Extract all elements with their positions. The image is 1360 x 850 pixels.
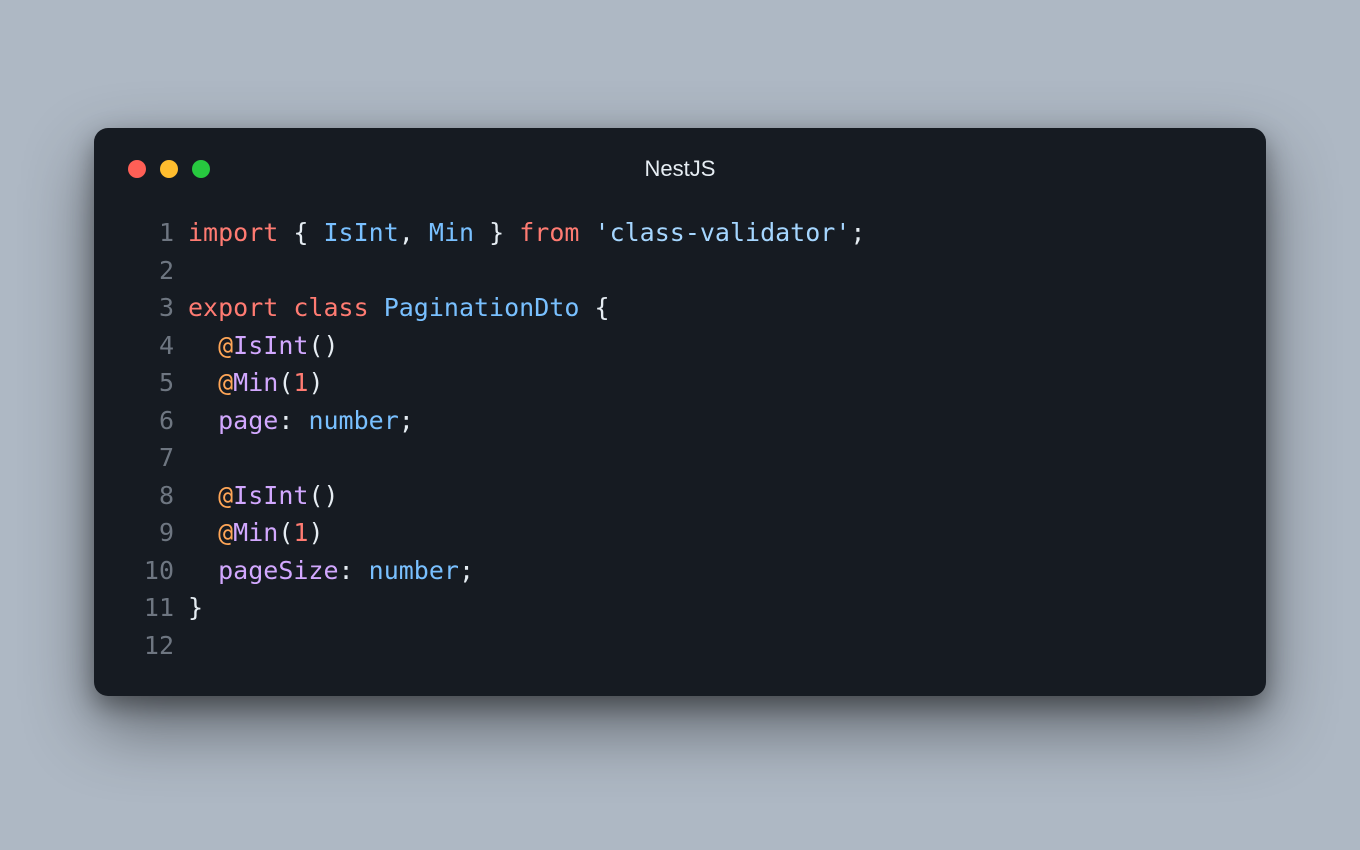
line-number: 4 [128, 327, 174, 365]
window-title: NestJS [128, 156, 1232, 182]
code-text: pageSize: number; [188, 552, 474, 590]
code-line: 6 page: number; [128, 402, 1232, 440]
code-text: export class PaginationDto { [188, 289, 610, 327]
line-number: 1 [128, 214, 174, 252]
code-block: 1 import { IsInt, Min } from 'class-vali… [128, 214, 1232, 664]
line-number: 12 [128, 627, 174, 665]
code-window: NestJS 1 import { IsInt, Min } from 'cla… [94, 128, 1266, 696]
code-line: 3 export class PaginationDto { [128, 289, 1232, 327]
code-text: import { IsInt, Min } from 'class-valida… [188, 214, 865, 252]
code-line: 8 @IsInt() [128, 477, 1232, 515]
code-text: @IsInt() [188, 327, 339, 365]
line-number: 5 [128, 364, 174, 402]
line-number: 9 [128, 514, 174, 552]
stage: NestJS 1 import { IsInt, Min } from 'cla… [0, 0, 1360, 850]
line-number: 2 [128, 252, 174, 290]
line-number: 7 [128, 439, 174, 477]
code-line: 1 import { IsInt, Min } from 'class-vali… [128, 214, 1232, 252]
line-number: 10 [128, 552, 174, 590]
line-number: 8 [128, 477, 174, 515]
code-text: @IsInt() [188, 477, 339, 515]
code-line: 5 @Min(1) [128, 364, 1232, 402]
line-number: 11 [128, 589, 174, 627]
line-number: 6 [128, 402, 174, 440]
code-text: @Min(1) [188, 364, 324, 402]
code-line: 12 [128, 627, 1232, 665]
code-line: 11 } [128, 589, 1232, 627]
line-number: 3 [128, 289, 174, 327]
code-text: page: number; [188, 402, 414, 440]
code-line: 7 [128, 439, 1232, 477]
code-line: 10 pageSize: number; [128, 552, 1232, 590]
code-line: 9 @Min(1) [128, 514, 1232, 552]
code-line: 4 @IsInt() [128, 327, 1232, 365]
titlebar: NestJS [128, 152, 1232, 186]
code-text: @Min(1) [188, 514, 324, 552]
code-text: } [188, 589, 203, 627]
code-line: 2 [128, 252, 1232, 290]
